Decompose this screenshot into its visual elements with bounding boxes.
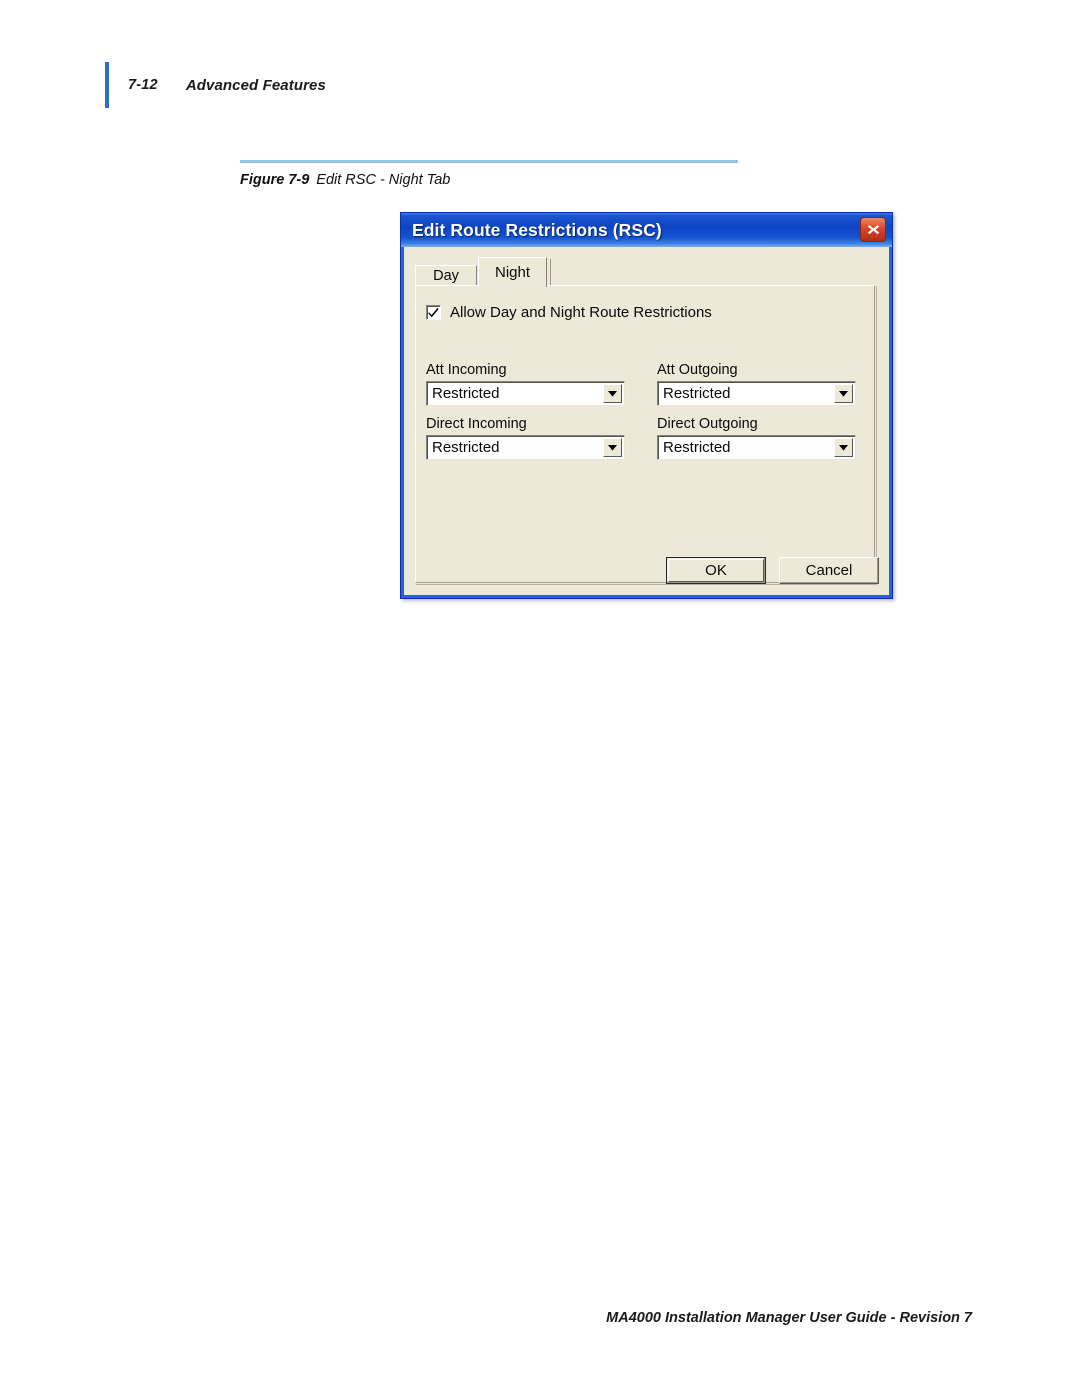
tabstrip: Day Night xyxy=(415,257,878,287)
figure-label: Figure 7-9 xyxy=(240,172,310,188)
direct-outgoing-select[interactable]: Restricted xyxy=(657,435,856,460)
dialog-titlebar[interactable]: Edit Route Restrictions (RSC) xyxy=(401,213,892,247)
tab-night[interactable]: Night xyxy=(478,257,547,287)
direct-outgoing-value: Restricted xyxy=(663,439,731,456)
chevron-down-icon[interactable] xyxy=(834,384,853,403)
field-column-outgoing: Att Outgoing Restricted Direct Outgoing … xyxy=(657,362,857,460)
att-incoming-value: Restricted xyxy=(432,385,500,402)
figure-caption-block: Figure 7-9 Edit RSC - Night Tab xyxy=(240,160,740,188)
direct-outgoing-label: Direct Outgoing xyxy=(657,416,758,432)
chevron-down-icon[interactable] xyxy=(603,384,622,403)
allow-day-night-label: Allow Day and Night Route Restrictions xyxy=(450,304,712,321)
att-incoming-select[interactable]: Restricted xyxy=(426,381,625,406)
edit-route-restrictions-dialog: Edit Route Restrictions (RSC) Day Night … xyxy=(400,212,893,599)
page-number: 7-12 xyxy=(128,77,158,93)
dialog-body: Day Night Allow Day and Night Route Rest… xyxy=(404,247,889,595)
check-icon xyxy=(428,307,439,318)
close-icon[interactable] xyxy=(860,217,886,242)
dialog-button-row: OK Cancel xyxy=(666,557,879,584)
att-outgoing-label: Att Outgoing xyxy=(657,362,738,378)
tabstrip-divider xyxy=(550,259,551,285)
ok-button[interactable]: OK xyxy=(666,557,766,584)
att-outgoing-value: Restricted xyxy=(663,385,731,402)
tab-day[interactable]: Day xyxy=(415,265,477,286)
chevron-down-icon[interactable] xyxy=(603,438,622,457)
header-accent-bar xyxy=(105,62,109,108)
direct-incoming-value: Restricted xyxy=(432,439,500,456)
direct-incoming-label: Direct Incoming xyxy=(426,416,527,432)
allow-day-night-row[interactable]: Allow Day and Night Route Restrictions xyxy=(426,304,712,321)
cancel-button[interactable]: Cancel xyxy=(779,557,879,584)
figure-caption: Figure 7-9 Edit RSC - Night Tab xyxy=(240,172,740,188)
cancel-button-label: Cancel xyxy=(805,562,853,579)
field-column-incoming: Att Incoming Restricted Direct Incoming … xyxy=(426,362,626,460)
att-incoming-label: Att Incoming xyxy=(426,362,507,378)
caption-divider xyxy=(240,160,738,163)
chevron-down-icon[interactable] xyxy=(834,438,853,457)
page-footer: MA4000 Installation Manager User Guide -… xyxy=(606,1310,972,1326)
allow-day-night-checkbox[interactable] xyxy=(426,305,441,320)
chapter-title: Advanced Features xyxy=(185,76,326,94)
page-header: 7-12 Advanced Features xyxy=(105,62,326,108)
dialog-title: Edit Route Restrictions (RSC) xyxy=(412,219,662,240)
figure-title: Edit RSC - Night Tab xyxy=(316,172,451,188)
att-outgoing-select[interactable]: Restricted xyxy=(657,381,856,406)
direct-incoming-select[interactable]: Restricted xyxy=(426,435,625,460)
ok-button-label: OK xyxy=(705,562,727,579)
